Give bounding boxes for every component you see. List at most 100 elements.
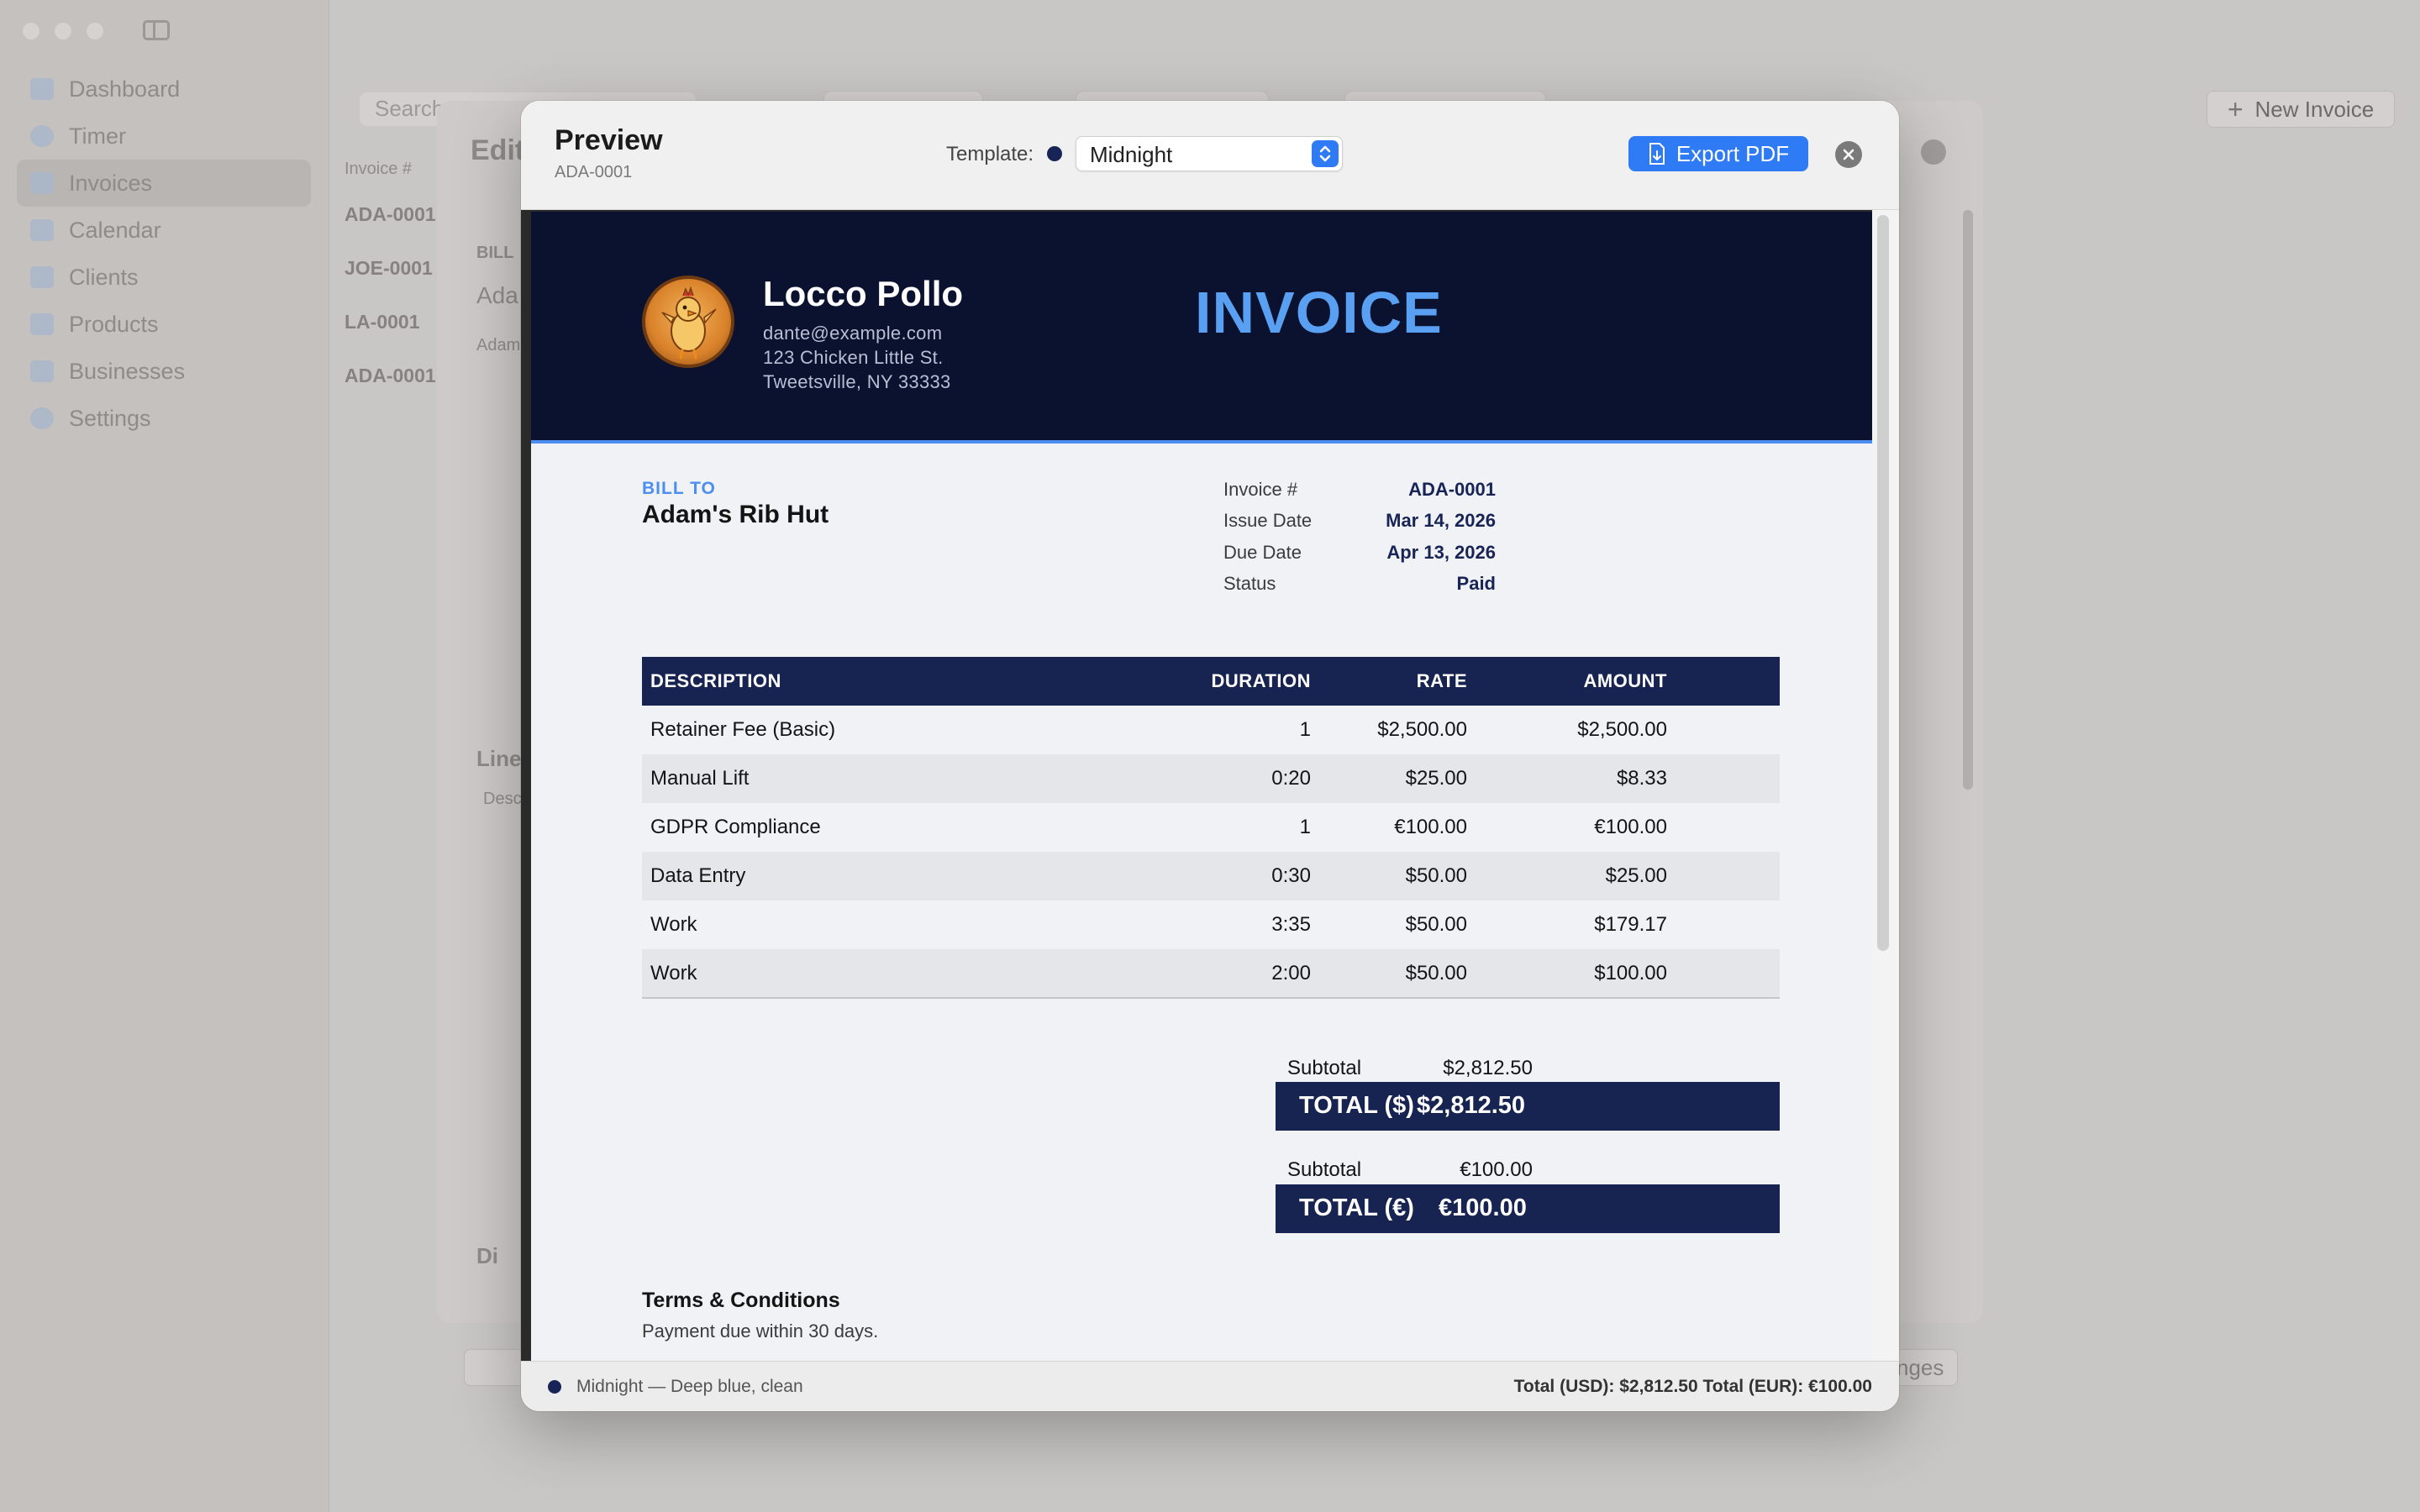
invoice-number-label: Invoice # <box>1223 479 1298 500</box>
sidebar-item-calendar[interactable]: Calendar <box>17 207 311 254</box>
row-spacer <box>1676 852 1780 900</box>
sidebar: Dashboard Timer Invoices Calendar Client… <box>0 0 329 1512</box>
sidebar-item-label: Invoices <box>69 170 153 196</box>
row-spacer <box>1676 803 1780 852</box>
column-header-description: DESCRIPTION <box>642 657 1163 706</box>
sidebar-toggle-icon[interactable] <box>143 20 170 40</box>
sidebar-item-clients[interactable]: Clients <box>17 254 311 301</box>
usd-total-box: TOTAL ($) $2,812.50 <box>1276 1082 1780 1131</box>
item-rate: $50.00 <box>1319 852 1476 900</box>
client-picker[interactable]: Ada <box>476 282 518 309</box>
usd-total-label: TOTAL ($) <box>1299 1092 1414 1119</box>
document-icon <box>30 172 54 194</box>
sidebar-item-products[interactable]: Products <box>17 301 311 348</box>
sidebar-item-settings[interactable]: Settings <box>17 395 311 442</box>
issue-date-value: Mar 14, 2026 <box>1386 510 1496 531</box>
item-rate: $50.00 <box>1405 913 1467 936</box>
calendar-icon <box>30 219 54 241</box>
table-row: Data Entry 0:30 $50.00 $25.00 <box>642 852 1780 900</box>
row-spacer <box>1676 754 1780 803</box>
row-spacer <box>1676 900 1780 949</box>
table-row: Manual Lift 0:20 $25.00 $8.33 <box>642 754 1780 803</box>
terms-text: Payment due within 30 days. <box>642 1320 879 1341</box>
building-icon <box>30 360 54 382</box>
item-rate: $50.00 <box>1319 949 1476 999</box>
list-item[interactable]: LA-0001 <box>345 311 445 365</box>
sidebar-item-label: Dashboard <box>69 76 181 102</box>
sidebar-item-label: Settings <box>69 405 151 431</box>
list-item[interactable]: ADA-0001 <box>345 365 445 418</box>
column-header-amount: AMOUNT <box>1476 657 1676 706</box>
close-editor-button[interactable] <box>1921 139 1946 165</box>
save-changes-button[interactable]: nges <box>1891 1349 1958 1386</box>
item-rate: $25.00 <box>1319 754 1476 803</box>
edit-panel-title: Edit <box>471 134 525 166</box>
sidebar-item-label: Products <box>69 311 159 337</box>
eur-total-label: TOTAL (€) <box>1299 1194 1414 1221</box>
list-item[interactable]: ADA-0001 <box>345 203 445 257</box>
sidebar-item-businesses[interactable]: Businesses <box>17 348 311 395</box>
template-description: Midnight — Deep blue, clean <box>576 1377 803 1396</box>
item-amount: €100.00 <box>1594 816 1667 838</box>
item-amount: $179.17 <box>1594 913 1667 936</box>
invoice-document: Locco Pollo dante@example.com 123 Chicke… <box>531 212 1872 1361</box>
invoice-number-value: ADA-0001 <box>1408 479 1496 500</box>
business-address-line2: Tweetsville, NY 33333 <box>763 371 951 392</box>
usd-subtotal-label: Subtotal <box>1287 1057 1362 1079</box>
business-address-line1: 123 Chicken Little St. <box>763 347 944 368</box>
item-description: Work <box>650 913 697 936</box>
new-invoice-button[interactable]: + New Invoice <box>2207 91 2395 128</box>
business-email: dante@example.com <box>763 323 943 344</box>
business-name: Locco Pollo <box>763 274 964 313</box>
invoice-list: Invoice # ADA-0001 JOE-0001 LA-0001 ADA-… <box>345 160 445 418</box>
item-amount: $8.33 <box>1476 754 1676 803</box>
eur-subtotal-value: €100.00 <box>1460 1158 1533 1181</box>
business-logo <box>642 276 734 368</box>
plus-icon: + <box>2227 93 2244 124</box>
modal-subtitle: ADA-0001 <box>555 163 633 181</box>
modal-title: Preview <box>555 124 663 156</box>
people-icon <box>30 266 54 288</box>
scrollbar-thumb[interactable] <box>1877 215 1889 951</box>
preview-status-bar: Midnight — Deep blue, clean Total (USD):… <box>521 1361 1899 1411</box>
usd-total-value: $2,812.50 <box>1417 1092 1526 1119</box>
client-name: Adam's Rib Hut <box>642 501 829 528</box>
gear-icon <box>30 407 54 429</box>
line-items-heading: Line <box>476 746 522 771</box>
sidebar-item-timer[interactable]: Timer <box>17 113 311 160</box>
minimize-window-button[interactable] <box>54 22 72 40</box>
sidebar-item-label: Timer <box>69 123 126 149</box>
status-value: Paid <box>1456 573 1496 594</box>
export-pdf-button[interactable]: Export PDF <box>1628 136 1808 171</box>
editor-scrollbar[interactable] <box>1963 210 1973 790</box>
item-rate: $2,500.00 <box>1377 718 1467 741</box>
bill-to-label: BILL TO <box>642 479 716 498</box>
item-description: Work <box>642 949 1163 999</box>
row-spacer <box>1676 949 1780 999</box>
item-amount: $100.00 <box>1476 949 1676 999</box>
discount-section-header[interactable]: Di <box>476 1243 498 1269</box>
list-item[interactable]: JOE-0001 <box>345 257 445 311</box>
sidebar-item-dashboard[interactable]: Dashboard <box>17 66 311 113</box>
template-select[interactable]: Midnight <box>1076 136 1343 171</box>
clock-icon <box>30 125 54 147</box>
issue-date-label: Issue Date <box>1223 510 1313 531</box>
sidebar-item-label: Calendar <box>69 217 161 243</box>
template-select-value: Midnight <box>1090 142 1173 167</box>
item-description: Manual Lift <box>642 754 1163 803</box>
usd-subtotal-value: $2,812.50 <box>1443 1057 1533 1079</box>
invoice-header: Locco Pollo dante@example.com 123 Chicke… <box>531 212 1872 444</box>
sidebar-item-invoices[interactable]: Invoices <box>17 160 311 207</box>
zoom-window-button[interactable] <box>86 22 104 40</box>
modal-header: Preview ADA-0001 Template: Midnight Expo… <box>521 101 1899 210</box>
column-header-spacer <box>1676 657 1780 706</box>
table-row: Work 2:00 $50.00 $100.00 <box>642 949 1780 999</box>
close-icon[interactable] <box>1835 141 1862 168</box>
close-window-button[interactable] <box>22 22 40 40</box>
due-date-label: Due Date <box>1223 542 1302 563</box>
template-color-swatch <box>1047 146 1062 161</box>
table-row: GDPR Compliance 1 €100.00 €100.00 <box>642 803 1780 852</box>
eur-subtotal-label: Subtotal <box>1287 1158 1362 1181</box>
item-duration: 0:20 <box>1163 754 1319 803</box>
bill-to-label: BILL <box>476 244 514 262</box>
